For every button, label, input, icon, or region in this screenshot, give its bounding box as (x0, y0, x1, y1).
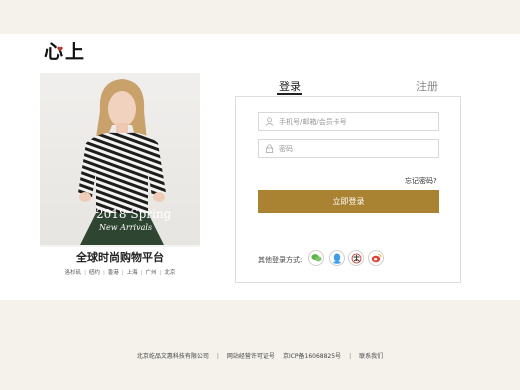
city-item: 香港 (107, 270, 119, 276)
footer-divider: | (349, 353, 352, 360)
city-item: 纽约 (88, 270, 100, 276)
forgot-password-link[interactable]: 忘记密码? (405, 176, 437, 186)
password-input[interactable] (279, 140, 429, 157)
logo-heart-icon (57, 46, 63, 52)
promo-headline-line2: New Arrivals (99, 223, 153, 232)
footer-contact[interactable]: 联系我们 (355, 353, 387, 360)
footer-company: 北京屹品文惠科技有限公司 (136, 353, 209, 360)
password-field[interactable] (258, 139, 439, 158)
top-band (0, 0, 520, 34)
promo-caption: 全球时尚购物平台 洛杉矶 | 纽约 | 香港 | 上海 | 广州 | 北京 (40, 247, 200, 283)
logo-text: 心上 (44, 41, 87, 63)
qq-icon[interactable] (329, 250, 345, 266)
tab-login-underline (277, 93, 302, 95)
other-login-label: 其他登录方式: (258, 256, 303, 264)
footer-links: 北京屹品文惠科技有限公司 | 网站经营许可证号 京ICP备16068825号 | 联系我们 (0, 351, 520, 360)
footer-area (0, 300, 520, 390)
wechat-icon[interactable] (308, 250, 324, 266)
promo-headline-line1: 2018 Spring (96, 207, 172, 221)
account-field[interactable] (258, 112, 439, 131)
city-item: 北京 (164, 270, 176, 276)
tab-login[interactable]: 登录 (279, 78, 301, 94)
city-item: 广州 (145, 270, 157, 276)
footer-license[interactable]: 网站经营许可证号 (223, 353, 279, 360)
alipay-icon[interactable] (348, 250, 364, 266)
promo-title: 全球时尚购物平台 (76, 251, 164, 264)
footer-divider: | (216, 353, 219, 360)
logo[interactable]: 心上 (44, 40, 90, 64)
city-item: 上海 (126, 270, 138, 276)
login-button[interactable]: 立即登录 (258, 190, 439, 213)
footer-icp[interactable]: 京ICP备16068825号 (279, 353, 345, 360)
city-item: 洛杉矶 (64, 270, 82, 276)
city-list: 洛杉矶 | 纽约 | 香港 | 上海 | 广州 | 北京 (40, 269, 200, 277)
account-input[interactable] (279, 113, 429, 130)
weibo-icon[interactable] (368, 250, 384, 266)
user-icon (259, 113, 279, 130)
tab-register[interactable]: 注册 (416, 78, 438, 94)
lock-icon (259, 140, 279, 157)
